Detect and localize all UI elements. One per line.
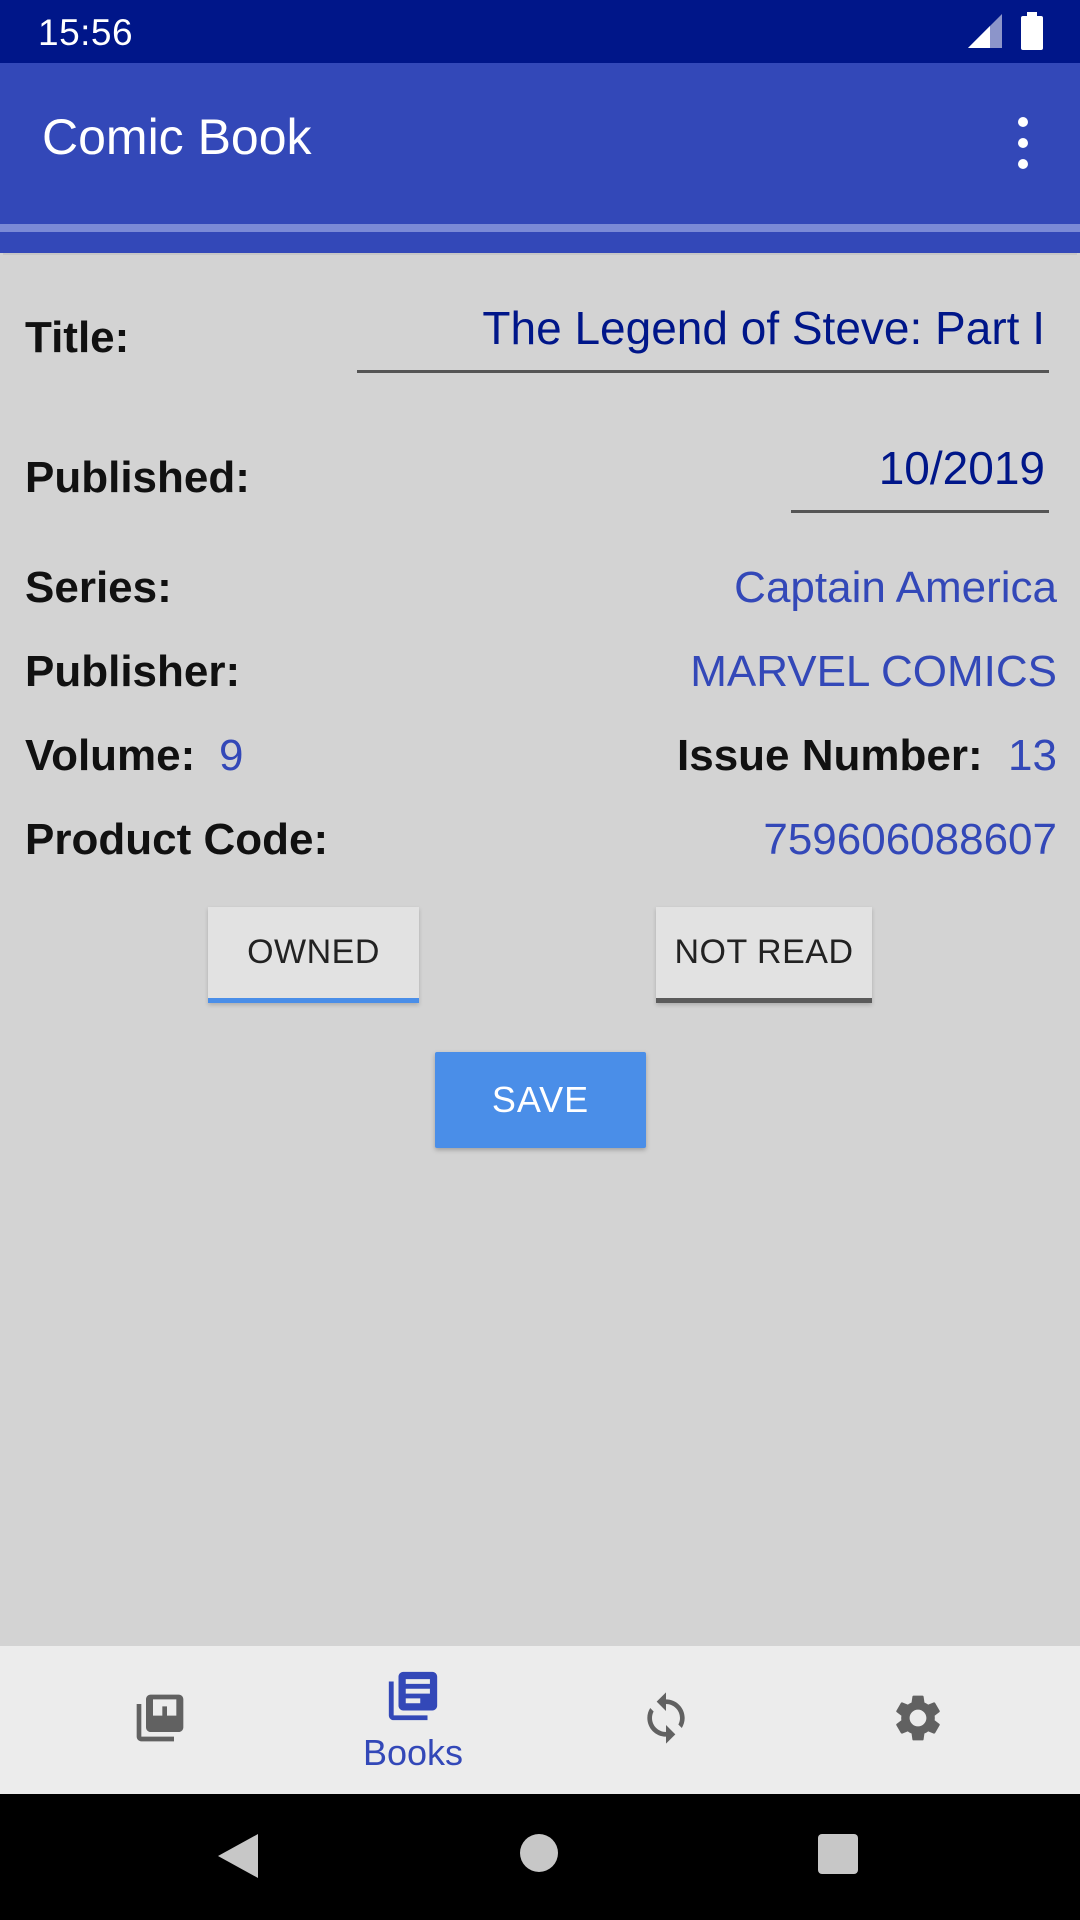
app-bar-divider (0, 224, 1080, 232)
nav-item-settings[interactable] (868, 1646, 968, 1794)
series-value[interactable]: Captain America (734, 563, 1057, 613)
sync-icon (638, 1690, 694, 1751)
product-code-value[interactable]: 759606088607 (763, 815, 1057, 865)
owned-toggle-button[interactable]: OWNED (208, 907, 419, 1003)
overflow-menu-icon[interactable] (1006, 113, 1040, 173)
back-icon[interactable] (218, 1834, 258, 1883)
title-input[interactable]: The Legend of Steve: Part I (357, 301, 1049, 373)
system-navigation-bar (0, 1794, 1080, 1920)
product-code-label: Product Code: (25, 815, 329, 864)
app-title: Comic Book (42, 109, 312, 165)
comic-details-form: Title: The Legend of Steve: Part I Publi… (3, 253, 1077, 1645)
nav-item-books[interactable]: Books (340, 1646, 486, 1794)
nav-label-books: Books (362, 1731, 464, 1773)
status-time: 15:56 (38, 12, 134, 53)
nav-item-sync[interactable] (616, 1646, 716, 1794)
signal-icon (968, 14, 1002, 53)
status-bar: 15:56 (0, 0, 1080, 63)
published-label: Published: (25, 453, 250, 502)
issue-number-label: Issue Number: (677, 731, 983, 780)
battery-icon (1021, 12, 1043, 55)
series-label: Series: (25, 563, 172, 612)
books-icon (384, 1667, 442, 1730)
library-icon (132, 1690, 188, 1751)
volume-label: Volume: (25, 731, 196, 780)
home-icon[interactable] (520, 1834, 558, 1872)
issue-number-value[interactable]: 13 (1008, 731, 1057, 781)
bottom-navigation: Books (0, 1646, 1080, 1794)
read-status-toggle-button[interactable]: NOT READ (656, 907, 872, 1003)
volume-value[interactable]: 9 (219, 731, 243, 781)
settings-icon (890, 1690, 946, 1751)
recent-apps-icon[interactable] (818, 1834, 858, 1874)
publisher-value[interactable]: MARVEL COMICS (690, 647, 1057, 697)
published-input[interactable]: 10/2019 (791, 441, 1049, 513)
save-button[interactable]: SAVE (435, 1052, 646, 1148)
title-label: Title: (25, 313, 130, 362)
publisher-label: Publisher: (25, 647, 241, 696)
nav-item-library[interactable] (110, 1646, 210, 1794)
